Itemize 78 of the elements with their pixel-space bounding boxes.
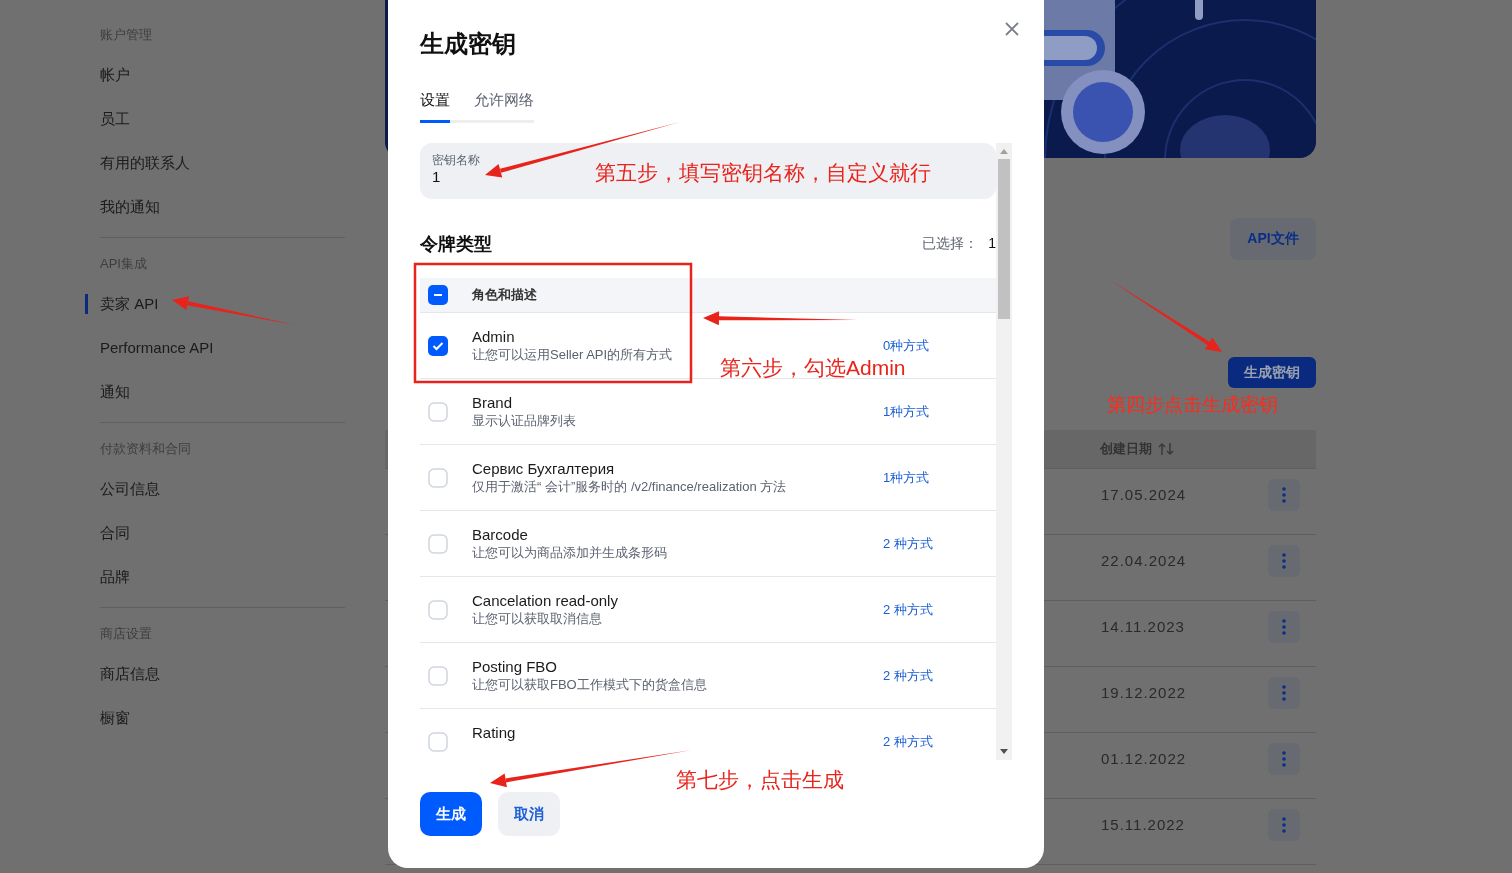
- methods-link[interactable]: 1种方式: [883, 402, 930, 421]
- role-name: Posting FBO: [472, 658, 559, 676]
- role-description: 让您可以获取FBO工作模式下的货盒信息: [472, 676, 708, 694]
- table-cell-text: 01.12.2022: [1101, 750, 1188, 767]
- scroll-up-icon[interactable]: [1000, 149, 1008, 154]
- table-cell-text: 19.12.2022: [1101, 684, 1188, 701]
- more-icon: [1282, 619, 1286, 635]
- selected-count: 1: [988, 235, 996, 253]
- tab[interactable]: 允许网络: [474, 86, 534, 123]
- section-title: 令牌类型: [420, 233, 492, 256]
- sidebar-item[interactable]: 我的通知: [85, 185, 345, 229]
- dialog-title: 生成密钥: [420, 29, 517, 59]
- sidebar-item[interactable]: 合同: [85, 511, 345, 555]
- cancel-button[interactable]: 取消: [498, 792, 560, 836]
- generate-button[interactable]: 生成: [420, 792, 482, 836]
- sidebar-item[interactable]: 帐户: [85, 53, 345, 97]
- more-icon: [1282, 817, 1286, 833]
- role-name: Barcode: [472, 526, 529, 544]
- close-icon[interactable]: [1004, 21, 1020, 37]
- sidebar-item[interactable]: Performance API: [85, 326, 345, 370]
- role-name: Admin: [472, 328, 516, 346]
- role-name: Rating: [472, 724, 517, 742]
- more-button[interactable]: [1268, 677, 1300, 709]
- methods-link[interactable]: 0种方式: [883, 336, 930, 355]
- more-button[interactable]: [1268, 809, 1300, 841]
- annotation-text: 第五步，填写密钥名称，自定义就行: [595, 160, 931, 186]
- table-cell-text: 14.11.2023: [1101, 618, 1186, 635]
- sidebar-item[interactable]: 通知: [85, 370, 345, 414]
- sidebar-item[interactable]: 公司信息: [85, 467, 345, 511]
- checkbox[interactable]: [428, 731, 448, 752]
- methods-link[interactable]: 2 种方式: [883, 534, 933, 553]
- table-cell-text: 22.04.2024: [1101, 552, 1188, 569]
- methods-link[interactable]: 2 种方式: [883, 732, 933, 751]
- more-icon: [1282, 487, 1286, 503]
- checkbox[interactable]: [428, 285, 448, 305]
- sort-icon[interactable]: [1158, 442, 1174, 456]
- table-cell-text: 15.11.2022: [1101, 816, 1186, 833]
- checkbox[interactable]: [428, 599, 448, 620]
- scroll-down-icon[interactable]: [1000, 749, 1008, 754]
- annotation-text: 第四步点击生成密钥: [1107, 394, 1278, 417]
- generate-key-button[interactable]: 生成密钥: [1228, 357, 1316, 388]
- role-description: 让您可以为商品添加并生成条形码: [472, 544, 668, 562]
- more-button[interactable]: [1268, 545, 1300, 577]
- scroll-thumb[interactable]: [998, 159, 1010, 319]
- sidebar-item[interactable]: 有用的联系人: [85, 141, 345, 185]
- annotation-text: 第七步，点击生成: [676, 767, 844, 793]
- api-docs-button[interactable]: API文件: [1230, 218, 1316, 260]
- sidebar-item[interactable]: 橱窗: [85, 696, 345, 740]
- more-icon: [1282, 685, 1286, 701]
- checkbox[interactable]: [428, 467, 448, 488]
- methods-link[interactable]: 2 种方式: [883, 666, 933, 685]
- sidebar-item[interactable]: 商店信息: [85, 652, 345, 696]
- sidebar-item[interactable]: 品牌: [85, 555, 345, 599]
- table-cell-text: 17.05.2024: [1101, 486, 1188, 503]
- checkbox[interactable]: [428, 401, 448, 422]
- checkbox[interactable]: [428, 335, 448, 356]
- methods-link[interactable]: 1种方式: [883, 468, 930, 487]
- selected-label: 已选择：: [922, 235, 979, 253]
- checkbox[interactable]: [428, 533, 448, 554]
- checkbox[interactable]: [428, 665, 448, 686]
- role-name: Brand: [472, 394, 514, 412]
- column-header: 角色和描述: [472, 286, 537, 304]
- more-button[interactable]: [1268, 611, 1300, 643]
- role-description: 仅用于激活“ 会计”服务时的 /v2/finance/realization 方法: [472, 478, 788, 496]
- scrollbar[interactable]: [996, 143, 1012, 760]
- role-description: 让您可以获取取消信息: [472, 610, 603, 628]
- annotation-text: 第六步，勾选Admin: [720, 355, 906, 381]
- role-description: 显示认证品牌列表: [472, 412, 577, 430]
- sidebar-item[interactable]: 员工: [85, 97, 345, 141]
- tab[interactable]: 设置: [420, 86, 450, 123]
- more-icon: [1282, 553, 1286, 569]
- role-description: 让您可以运用Seller API的所有方式: [472, 346, 674, 364]
- methods-link[interactable]: 2 种方式: [883, 600, 933, 619]
- more-button[interactable]: [1268, 479, 1300, 511]
- role-name: Сервис Бухгалтерия: [472, 460, 616, 478]
- more-button[interactable]: [1268, 743, 1300, 775]
- role-name: Cancelation read-only: [472, 592, 619, 610]
- more-icon: [1282, 751, 1286, 767]
